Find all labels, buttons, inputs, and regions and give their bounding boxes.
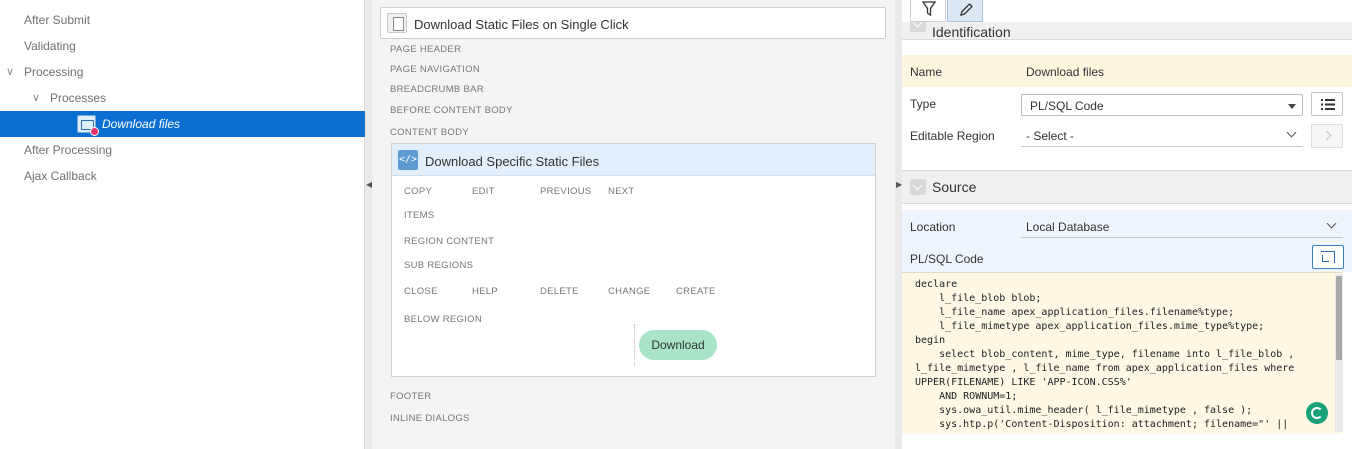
- slot-content-body[interactable]: CONTENT BODY: [390, 127, 469, 138]
- slot-edit[interactable]: EDIT: [472, 186, 495, 197]
- property-editable-region: Editable Region - Select -: [902, 119, 1352, 151]
- tree-node-processing[interactable]: ∨ Processing: [0, 59, 365, 85]
- slot-sub-regions[interactable]: SUB REGIONS: [404, 260, 473, 271]
- slot-footer[interactable]: FOOTER: [390, 391, 431, 402]
- edit-button[interactable]: [947, 0, 983, 22]
- property-plsql-code: PL/SQL Code: [902, 242, 1352, 272]
- chevron-down-icon[interactable]: ∨: [32, 85, 40, 111]
- location-select[interactable]: Local Database: [1021, 216, 1343, 238]
- type-select-value: PL/SQL Code: [1030, 99, 1104, 113]
- slot-delete[interactable]: DELETE: [540, 286, 579, 297]
- chevron-down-icon: [1326, 218, 1337, 229]
- filter-button[interactable]: [910, 0, 946, 22]
- code-editor[interactable]: declare l_file_blob blob; l_file_name ap…: [902, 272, 1342, 434]
- name-field[interactable]: Download files: [1026, 65, 1104, 79]
- section-title: Source: [932, 179, 977, 195]
- section-title: Identification: [932, 24, 1011, 40]
- page-icon: [387, 13, 407, 33]
- go-to-region-button[interactable]: [1311, 124, 1343, 148]
- slot-previous[interactable]: PREVIOUS: [540, 186, 592, 197]
- tree-node-after-processing[interactable]: After Processing: [0, 137, 365, 163]
- slot-help[interactable]: HELP: [472, 286, 498, 297]
- type-list-button[interactable]: [1311, 92, 1343, 116]
- source-section-header[interactable]: Source: [902, 170, 1352, 204]
- slot-below-region[interactable]: BELOW REGION: [404, 314, 482, 325]
- slot-copy[interactable]: COPY: [404, 186, 432, 197]
- caret-down-icon: [1288, 104, 1296, 109]
- slot-before-content-body[interactable]: BEFORE CONTENT BODY: [390, 105, 513, 116]
- tree-node-label: After Processing: [24, 143, 113, 157]
- chevron-right-icon: [1321, 130, 1332, 141]
- right-splitter[interactable]: ▶: [895, 0, 902, 449]
- chevron-down-icon[interactable]: [910, 179, 926, 195]
- pencil-icon: [960, 3, 973, 16]
- slot-page-header[interactable]: PAGE HEADER: [390, 44, 461, 55]
- slot-inline-dialogs[interactable]: INLINE DIALOGS: [390, 413, 470, 424]
- property-type: Type PL/SQL Code: [902, 87, 1352, 119]
- slot-items[interactable]: ITEMS: [404, 210, 435, 221]
- region-title: Download Specific Static Files: [425, 154, 600, 169]
- property-label: Name: [910, 65, 943, 79]
- tree-node-label: Validating: [24, 39, 76, 53]
- property-label: PL/SQL Code: [910, 252, 984, 266]
- chevron-down-icon: [1286, 127, 1297, 138]
- chevron-down-icon[interactable]: ∨: [6, 59, 14, 85]
- tree-node-download-files[interactable]: Download files: [0, 111, 365, 137]
- slot-next[interactable]: NEXT: [608, 186, 635, 197]
- tree-node-label: Ajax Callback: [24, 169, 97, 183]
- download-button[interactable]: Download: [639, 330, 717, 360]
- filter-icon: [922, 1, 936, 17]
- property-label: Editable Region: [910, 129, 995, 143]
- tree-node-label: Processes: [50, 91, 107, 105]
- chevron-down-icon[interactable]: [910, 22, 926, 32]
- divider: [634, 324, 635, 366]
- tree-node-label: Processing: [24, 65, 84, 79]
- page-title: Download Static Files on Single Click: [414, 17, 629, 32]
- process-icon: [77, 115, 99, 136]
- code-text[interactable]: declare l_file_blob blob; l_file_name ap…: [915, 278, 1294, 432]
- editable-region-select[interactable]: - Select -: [1021, 125, 1303, 147]
- page-card[interactable]: Download Static Files on Single Click: [380, 7, 886, 39]
- layout-panel: Download Static Files on Single Click PA…: [372, 0, 895, 449]
- list-icon: [1321, 99, 1335, 110]
- property-name: Name Download files: [902, 55, 1352, 87]
- property-label: Type: [910, 97, 937, 111]
- editable-region-value: - Select -: [1026, 129, 1075, 143]
- tree-node-label: Download files: [102, 117, 181, 131]
- slot-create[interactable]: CREATE: [676, 286, 716, 297]
- slot-region-content[interactable]: REGION CONTENT: [404, 236, 494, 247]
- slot-change[interactable]: CHANGE: [608, 286, 650, 297]
- identification-section-header[interactable]: Identification: [902, 22, 1352, 40]
- property-location: Location Local Database: [902, 210, 1352, 242]
- left-splitter[interactable]: ◀: [365, 0, 372, 449]
- tree-panel: After Submit Validating ∨ Processing ∨ P…: [0, 0, 365, 449]
- region-header[interactable]: </> Download Specific Static Files: [392, 144, 875, 176]
- code-scrollbar[interactable]: [1335, 274, 1343, 432]
- location-value: Local Database: [1026, 220, 1110, 234]
- slot-page-navigation[interactable]: PAGE NAVIGATION: [390, 64, 480, 75]
- tree-node-processes[interactable]: ∨ Processes: [0, 85, 365, 111]
- property-label: Location: [910, 220, 956, 234]
- tree-node-after-submit[interactable]: After Submit: [0, 7, 365, 33]
- region-card[interactable]: </> Download Specific Static Files COPY …: [391, 143, 876, 377]
- type-select[interactable]: PL/SQL Code: [1021, 94, 1303, 116]
- slot-close[interactable]: CLOSE: [404, 286, 438, 297]
- tree-node-label: After Submit: [24, 13, 91, 27]
- tree-node-validating[interactable]: Validating: [0, 33, 365, 59]
- code-icon: </>: [398, 150, 418, 170]
- tree-node-ajax-callback[interactable]: Ajax Callback: [0, 163, 365, 189]
- expand-code-editor-button[interactable]: [1312, 245, 1344, 269]
- status-indicator-icon[interactable]: [1306, 402, 1328, 424]
- slot-breadcrumb-bar[interactable]: BREADCRUMB BAR: [390, 84, 484, 95]
- property-editor: Identification Name Download files Type …: [902, 0, 1352, 449]
